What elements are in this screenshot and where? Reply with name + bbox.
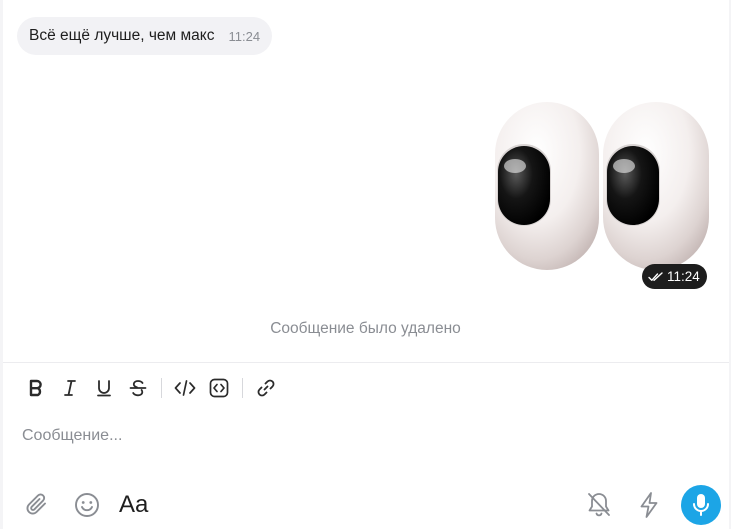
bold-button[interactable] [19, 375, 53, 401]
bold-icon [29, 379, 42, 397]
strikethrough-icon [129, 380, 147, 397]
message-input[interactable] [22, 423, 582, 449]
chat-window: Всё ещё лучше, чем макс 11:24 11:24 Сооб… [0, 0, 731, 529]
message-time: 11:24 [228, 28, 261, 44]
underline-icon [97, 380, 111, 397]
bell-off-icon [588, 493, 610, 517]
toolbar-divider [242, 378, 243, 398]
link-icon [257, 379, 275, 397]
formatting-toolbar [19, 375, 283, 401]
code-block-button[interactable] [202, 375, 236, 401]
paperclip-icon [26, 493, 46, 515]
voice-message-button[interactable] [681, 485, 721, 525]
lightning-icon [640, 492, 658, 518]
code-block-icon [209, 378, 229, 398]
sticker-time: 11:24 [667, 269, 700, 284]
inline-code-button[interactable] [168, 375, 202, 401]
strikethrough-button[interactable] [121, 375, 155, 401]
googly-eyes-sticker[interactable] [493, 100, 711, 274]
message-composer: Aa [3, 362, 729, 529]
code-icon [174, 380, 196, 396]
text-format-toggle[interactable]: Aa [119, 487, 148, 523]
attach-button[interactable] [19, 487, 55, 523]
deleted-message-notice: Сообщение было удалено [270, 320, 461, 337]
sticker-time-badge: 11:24 [642, 264, 707, 289]
toolbar-divider [161, 378, 162, 398]
composer-right-actions [567, 485, 721, 525]
italic-icon [64, 380, 76, 396]
smile-icon [75, 493, 99, 517]
emoji-button[interactable] [69, 487, 105, 523]
link-button[interactable] [249, 375, 283, 401]
composer-left-actions: Aa [19, 487, 148, 523]
double-check-icon [648, 271, 663, 281]
italic-button[interactable] [53, 375, 87, 401]
quick-actions-button[interactable] [631, 487, 667, 523]
message-text: Всё ещё лучше, чем макс [29, 27, 215, 44]
microphone-icon [693, 494, 709, 516]
underline-button[interactable] [87, 375, 121, 401]
notifications-toggle-button[interactable] [581, 487, 617, 523]
googly-eyes-icon [495, 102, 709, 270]
incoming-message-bubble[interactable]: Всё ещё лучше, чем макс 11:24 [17, 17, 273, 55]
